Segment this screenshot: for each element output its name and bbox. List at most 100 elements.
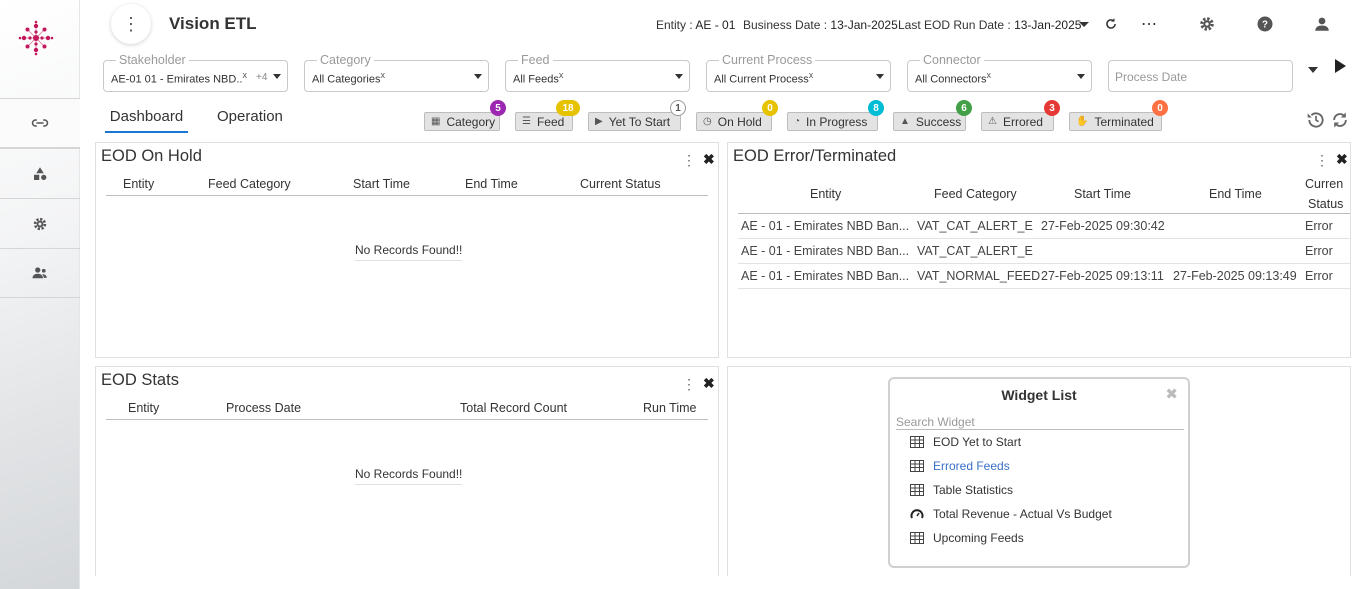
sidebar-item-shapes[interactable] bbox=[0, 148, 80, 198]
caret-down-icon bbox=[273, 74, 281, 79]
filter-expand-button[interactable] bbox=[1307, 65, 1319, 77]
current-process-clear[interactable]: x bbox=[809, 70, 814, 80]
stakeholder-value-text: AE-01 01 - Emirates NBD.. bbox=[111, 73, 243, 86]
panel-menu-button[interactable]: ⋮ bbox=[682, 376, 696, 393]
panel-menu-button[interactable]: ⋮ bbox=[1315, 152, 1329, 169]
user-profile-button[interactable] bbox=[1311, 13, 1333, 35]
entity-dropdown-button[interactable] bbox=[1073, 13, 1095, 35]
link-icon bbox=[31, 119, 49, 127]
panel-menu-button[interactable]: ⋮ bbox=[682, 152, 696, 169]
settings-button[interactable] bbox=[1196, 13, 1218, 35]
sync-button[interactable] bbox=[1330, 110, 1350, 130]
table-cell: Error bbox=[1305, 244, 1333, 258]
caret-down-icon bbox=[1079, 21, 1089, 27]
more-vertical-icon: ⋮ bbox=[122, 13, 140, 34]
panel-close-button[interactable]: ✖ bbox=[703, 375, 715, 392]
table-cell: AE - 01 - Emirates NBD Ban... bbox=[741, 219, 910, 233]
entity-value: AE - 01 bbox=[695, 18, 736, 32]
category-value: All Categoriesx bbox=[312, 70, 385, 86]
menu-button[interactable]: ⋮ bbox=[111, 4, 151, 44]
connector-filter[interactable]: Connector All Connectorsx bbox=[907, 53, 1092, 92]
panel-close-button[interactable]: ✖ bbox=[703, 151, 715, 168]
empty-message: No Records Found!! bbox=[355, 243, 463, 261]
chip-errored[interactable]: ⚠ Errored bbox=[981, 112, 1054, 131]
tab-dashboard[interactable]: Dashboard bbox=[105, 108, 188, 133]
chip-in-progress-label: In Progress bbox=[806, 114, 868, 129]
sync-icon bbox=[1333, 112, 1347, 128]
panel-eod-on-hold: EOD On Hold ⋮ ✖ Entity Feed Category Sta… bbox=[95, 142, 719, 358]
widget-search-input[interactable] bbox=[896, 415, 1184, 430]
sidebar-item-users[interactable] bbox=[0, 248, 80, 298]
connector-value-text: All Connectors bbox=[915, 73, 987, 86]
widget-item-total-revenue[interactable]: Total Revenue - Actual Vs Budget bbox=[910, 507, 1112, 521]
connector-label: Connector bbox=[920, 53, 984, 67]
connector-value: All Connectorsx bbox=[915, 70, 991, 86]
widget-item-eod-yet-to-start[interactable]: EOD Yet to Start bbox=[910, 435, 1021, 449]
widget-item-label: Errored Feeds bbox=[933, 459, 1010, 473]
header-divider bbox=[738, 213, 1350, 214]
table-cell: 27-Feb-2025 09:13:11 bbox=[1041, 269, 1164, 283]
caret-down-icon bbox=[1077, 74, 1085, 79]
process-date-field[interactable]: Process Date bbox=[1108, 60, 1293, 92]
chip-terminated-label: Terminated bbox=[1094, 114, 1154, 129]
stakeholder-clear[interactable]: x bbox=[242, 70, 247, 80]
category-clear[interactable]: x bbox=[380, 70, 385, 80]
grid-icon: ▦ bbox=[431, 116, 441, 127]
widget-item-errored-feeds[interactable]: Errored Feeds bbox=[910, 459, 1010, 473]
history-icon bbox=[1307, 112, 1324, 128]
widget-item-table-statistics[interactable]: Table Statistics bbox=[910, 483, 1013, 497]
stakeholder-more-count: +4 bbox=[256, 72, 268, 83]
more-options-button[interactable]: ⋯ bbox=[1138, 13, 1160, 35]
current-process-filter[interactable]: Current Process All Current Processx bbox=[706, 53, 891, 92]
feed-clear[interactable]: x bbox=[559, 70, 564, 80]
column-header: Curren bbox=[1305, 177, 1344, 191]
last-eod-info: Last EOD Run Date : 13-Jan-2025 bbox=[898, 18, 1081, 32]
widget-item-upcoming-feeds[interactable]: Upcoming Feeds bbox=[910, 531, 1024, 545]
chip-category[interactable]: ▦ Category bbox=[424, 112, 500, 131]
column-header: Run Time bbox=[643, 401, 697, 415]
pie-icon: ◔ bbox=[794, 116, 801, 127]
more-vertical-icon: ⋮ bbox=[682, 376, 696, 392]
sidebar-item-settings[interactable] bbox=[0, 198, 80, 248]
widget-item-label: Table Statistics bbox=[933, 483, 1014, 497]
chip-yet-to-start[interactable]: ▶ Yet To Start bbox=[588, 112, 681, 131]
sidebar-item-links[interactable] bbox=[0, 98, 80, 148]
caret-down-icon bbox=[675, 74, 683, 79]
table-cell: AE - 01 - Emirates NBD Ban... bbox=[741, 244, 910, 258]
row-divider bbox=[738, 263, 1350, 264]
history-button[interactable] bbox=[1306, 110, 1326, 130]
chip-on-hold-label: On Hold bbox=[717, 114, 762, 129]
svg-text:?: ? bbox=[1262, 19, 1268, 30]
stakeholder-filter[interactable]: Stakeholder AE-01 01 - Emirates NBD..x +… bbox=[103, 53, 288, 92]
panel-eod-error-terminated: EOD Error/Terminated ⋮ ✖ Entity Feed Cat… bbox=[727, 142, 1351, 358]
refresh-icon bbox=[1106, 18, 1116, 29]
panel-close-button[interactable]: ✖ bbox=[1336, 151, 1348, 168]
help-button[interactable]: ? bbox=[1254, 13, 1276, 35]
gear-icon bbox=[33, 217, 47, 230]
column-header: Feed Category bbox=[934, 187, 1017, 201]
table-cell: Error bbox=[1305, 219, 1333, 233]
business-date-info: Business Date : 13-Jan-2025 bbox=[743, 18, 898, 32]
feed-filter[interactable]: Feed All Feedsx bbox=[505, 53, 690, 92]
chip-terminated[interactable]: ✋ Terminated bbox=[1069, 112, 1162, 131]
badge-category: 5 bbox=[490, 100, 506, 116]
tab-operation[interactable]: Operation bbox=[217, 108, 283, 131]
table-icon bbox=[910, 484, 924, 496]
widget-list-close-button[interactable]: ✖ bbox=[1165, 385, 1178, 403]
panel-title: EOD Error/Terminated bbox=[733, 147, 897, 165]
header-divider bbox=[106, 195, 708, 196]
category-label: Category bbox=[317, 53, 374, 67]
connector-clear[interactable]: x bbox=[987, 70, 992, 80]
close-icon: ✖ bbox=[1336, 151, 1348, 167]
current-process-label: Current Process bbox=[719, 53, 816, 67]
refresh-header-button[interactable] bbox=[1100, 13, 1122, 35]
category-filter[interactable]: Category All Categoriesx bbox=[304, 53, 489, 92]
apply-filter-button[interactable] bbox=[1334, 58, 1348, 74]
chip-in-progress[interactable]: ◔ In Progress bbox=[787, 112, 878, 131]
gauge-icon bbox=[910, 509, 924, 519]
column-header: Entity bbox=[810, 187, 842, 201]
column-header: Entity bbox=[123, 177, 155, 191]
category-value-text: All Categories bbox=[312, 73, 381, 86]
chip-success[interactable]: ▲ Success bbox=[893, 112, 966, 131]
chip-on-hold[interactable]: ◷ On Hold bbox=[696, 112, 772, 131]
